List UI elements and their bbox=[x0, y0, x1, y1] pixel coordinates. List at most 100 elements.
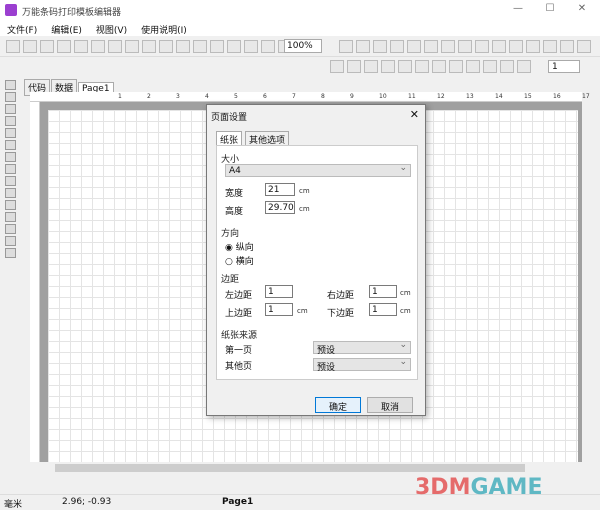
toolbar-button[interactable] bbox=[560, 40, 574, 53]
watermark-a: 3DM bbox=[415, 475, 471, 500]
toolbar-button[interactable] bbox=[577, 40, 591, 53]
ruler-tick-label: 8 bbox=[321, 93, 325, 100]
width-input[interactable]: 21 bbox=[265, 183, 295, 196]
format-button[interactable] bbox=[398, 60, 412, 73]
height-input[interactable]: 29.70 bbox=[265, 201, 295, 214]
toolbar-button[interactable] bbox=[492, 40, 506, 53]
cancel-button[interactable]: 取消 bbox=[367, 397, 413, 413]
toolbar-button[interactable] bbox=[526, 40, 540, 53]
toolbar-button[interactable] bbox=[159, 40, 173, 53]
toolbar-button[interactable] bbox=[407, 40, 421, 53]
toolbar-button[interactable] bbox=[57, 40, 71, 53]
tool-button[interactable] bbox=[5, 236, 16, 246]
tool-button[interactable] bbox=[5, 140, 16, 150]
dialog-close-button[interactable]: ✕ bbox=[410, 108, 419, 121]
ok-button[interactable]: 确定 bbox=[315, 397, 361, 413]
toolbar-button[interactable] bbox=[108, 40, 122, 53]
close-button[interactable]: ✕ bbox=[572, 3, 592, 14]
format-button[interactable] bbox=[449, 60, 463, 73]
toolbar-button[interactable] bbox=[74, 40, 88, 53]
bottom-margin-input[interactable]: 1 bbox=[369, 303, 397, 316]
toolbar-button[interactable] bbox=[475, 40, 489, 53]
width-label: 宽度 bbox=[225, 189, 244, 199]
portrait-radio[interactable]: ◉ 纵向 bbox=[225, 240, 254, 253]
toolbar-button[interactable] bbox=[458, 40, 472, 53]
tool-button[interactable] bbox=[5, 128, 16, 138]
toolbar-button[interactable] bbox=[125, 40, 139, 53]
status-page: Page1 bbox=[222, 497, 254, 507]
tool-button[interactable] bbox=[5, 92, 16, 102]
scroll-thumb[interactable] bbox=[55, 464, 525, 472]
toolbar-button[interactable] bbox=[6, 40, 20, 53]
tool-button[interactable] bbox=[5, 248, 16, 258]
toolbar-button[interactable] bbox=[176, 40, 190, 53]
toolbar-button[interactable] bbox=[193, 40, 207, 53]
tool-button[interactable] bbox=[5, 152, 16, 162]
toolbar-button[interactable] bbox=[142, 40, 156, 53]
toolbar-button[interactable] bbox=[40, 40, 54, 53]
page-setup-dialog: 页面设置 ✕ 纸张 其他选项 大小 A4 宽度 21 cm 高度 29.70 c… bbox=[206, 104, 426, 416]
left-margin-label: 左边距 bbox=[225, 291, 253, 301]
top-margin-label: 上边距 bbox=[225, 309, 253, 319]
format-button[interactable] bbox=[483, 60, 497, 73]
minimize-button[interactable]: — bbox=[508, 3, 528, 14]
ruler-tick-label: 5 bbox=[234, 93, 238, 100]
maximize-button[interactable]: ☐ bbox=[540, 3, 560, 14]
height-unit: cm bbox=[299, 205, 310, 213]
tool-button[interactable] bbox=[5, 188, 16, 198]
ruler-tick-label: 14 bbox=[495, 93, 503, 100]
ruler-tick-label: 11 bbox=[408, 93, 416, 100]
status-unit: 毫米 bbox=[4, 500, 23, 510]
first-page-label: 第一页 bbox=[225, 346, 253, 356]
other-pages-label: 其他页 bbox=[225, 362, 253, 372]
format-button[interactable] bbox=[330, 60, 344, 73]
ruler-tick-label: 12 bbox=[437, 93, 445, 100]
format-button[interactable] bbox=[500, 60, 514, 73]
format-button[interactable] bbox=[432, 60, 446, 73]
line-width-select[interactable]: 1 bbox=[548, 60, 580, 73]
toolbar-button[interactable] bbox=[373, 40, 387, 53]
top-margin-input[interactable]: 1 bbox=[265, 303, 293, 316]
other-pages-select[interactable]: 预设 bbox=[313, 357, 411, 373]
toolbar-button[interactable] bbox=[23, 40, 37, 53]
ruler-tick-label: 3 bbox=[176, 93, 180, 100]
first-page-select[interactable]: 预设 bbox=[313, 340, 411, 356]
landscape-radio[interactable]: ○ 横向 bbox=[225, 254, 254, 267]
left-margin-input[interactable]: 1 bbox=[265, 285, 293, 298]
format-button[interactable] bbox=[364, 60, 378, 73]
toolbar-button[interactable] bbox=[261, 40, 275, 53]
toolbar-button[interactable] bbox=[244, 40, 258, 53]
toolbar-button[interactable] bbox=[339, 40, 353, 53]
paper-select[interactable]: A4 bbox=[225, 163, 411, 177]
landscape-label: 横向 bbox=[235, 257, 254, 267]
height-label: 高度 bbox=[225, 207, 244, 217]
zoom-select[interactable]: 100% bbox=[284, 39, 322, 53]
toolbar-button[interactable] bbox=[356, 40, 370, 53]
toolbar-button[interactable] bbox=[543, 40, 557, 53]
toolbar-button[interactable] bbox=[390, 40, 404, 53]
status-coords: 2.96; -0.93 bbox=[62, 497, 112, 507]
right-margin-input[interactable]: 1 bbox=[369, 285, 397, 298]
tool-button[interactable] bbox=[5, 212, 16, 222]
format-button[interactable] bbox=[415, 60, 429, 73]
format-button[interactable] bbox=[347, 60, 361, 73]
toolbar-button[interactable] bbox=[441, 40, 455, 53]
format-button[interactable] bbox=[381, 60, 395, 73]
bottom-margin-label: 下边距 bbox=[327, 309, 355, 319]
tool-button[interactable] bbox=[5, 224, 16, 234]
toolbar-button[interactable] bbox=[424, 40, 438, 53]
format-toolbar: 1 bbox=[0, 57, 600, 77]
tool-button[interactable] bbox=[5, 116, 16, 126]
toolbar-button[interactable] bbox=[227, 40, 241, 53]
tool-button[interactable] bbox=[5, 176, 16, 186]
tool-button[interactable] bbox=[5, 200, 16, 210]
format-button[interactable] bbox=[517, 60, 531, 73]
tool-button[interactable] bbox=[5, 80, 16, 90]
tool-button[interactable] bbox=[5, 104, 16, 114]
toolbar-button[interactable] bbox=[509, 40, 523, 53]
right-margin-label: 右边距 bbox=[327, 291, 355, 301]
format-button[interactable] bbox=[466, 60, 480, 73]
tool-button[interactable] bbox=[5, 164, 16, 174]
toolbar-button[interactable] bbox=[210, 40, 224, 53]
toolbar-button[interactable] bbox=[91, 40, 105, 53]
